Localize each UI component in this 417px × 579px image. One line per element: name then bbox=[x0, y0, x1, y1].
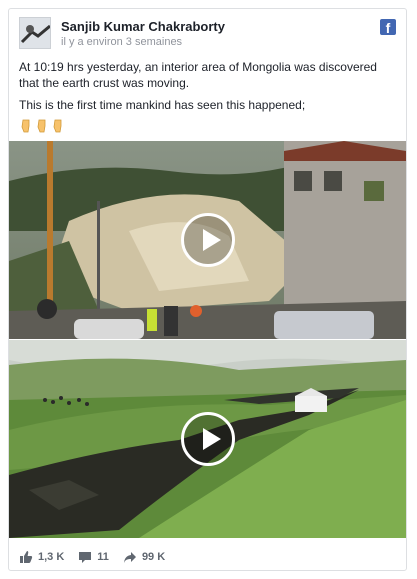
shares-stat[interactable]: 99 K bbox=[123, 550, 165, 564]
play-button[interactable] bbox=[180, 412, 235, 466]
shares-count: 99 K bbox=[141, 551, 166, 563]
likes-count: 1,3 K bbox=[38, 551, 65, 563]
point-down-emoji-icon bbox=[37, 119, 46, 133]
post-paragraph: At 10:19 hrs yesterday, an interior area… bbox=[19, 60, 377, 90]
avatar[interactable] bbox=[19, 17, 51, 49]
post-stats-bar: 1,3 K 11 99 K bbox=[19, 547, 396, 567]
post-paragraph: This is the first time mankind has seen … bbox=[19, 98, 306, 112]
comments-count: 11 bbox=[97, 551, 109, 563]
emoji-row bbox=[19, 119, 396, 133]
post-timestamp[interactable]: il y a environ 3 semaines bbox=[61, 36, 182, 48]
post-text: At 10:19 hrs yesterday, an interior area… bbox=[19, 59, 396, 133]
video-thumbnail-moving-ground[interactable] bbox=[9, 340, 406, 538]
facebook-post-card: Sanjib Kumar Chakraborty il y a environ … bbox=[8, 8, 407, 571]
point-down-emoji-icon bbox=[53, 119, 62, 133]
share-icon bbox=[123, 552, 136, 563]
play-button[interactable] bbox=[180, 213, 235, 267]
video-thumbnail-landslide[interactable] bbox=[9, 141, 406, 339]
facebook-logo-icon: f bbox=[380, 19, 396, 36]
comments-stat[interactable]: 11 bbox=[78, 550, 109, 564]
likes-stat[interactable]: 1,3 K bbox=[19, 550, 64, 564]
author-name[interactable]: Sanjib Kumar Chakraborty bbox=[61, 19, 225, 34]
comment-icon bbox=[79, 552, 92, 563]
thumbs-up-icon bbox=[20, 551, 33, 563]
post-header: Sanjib Kumar Chakraborty il y a environ … bbox=[19, 17, 396, 57]
point-down-emoji-icon bbox=[21, 119, 30, 133]
